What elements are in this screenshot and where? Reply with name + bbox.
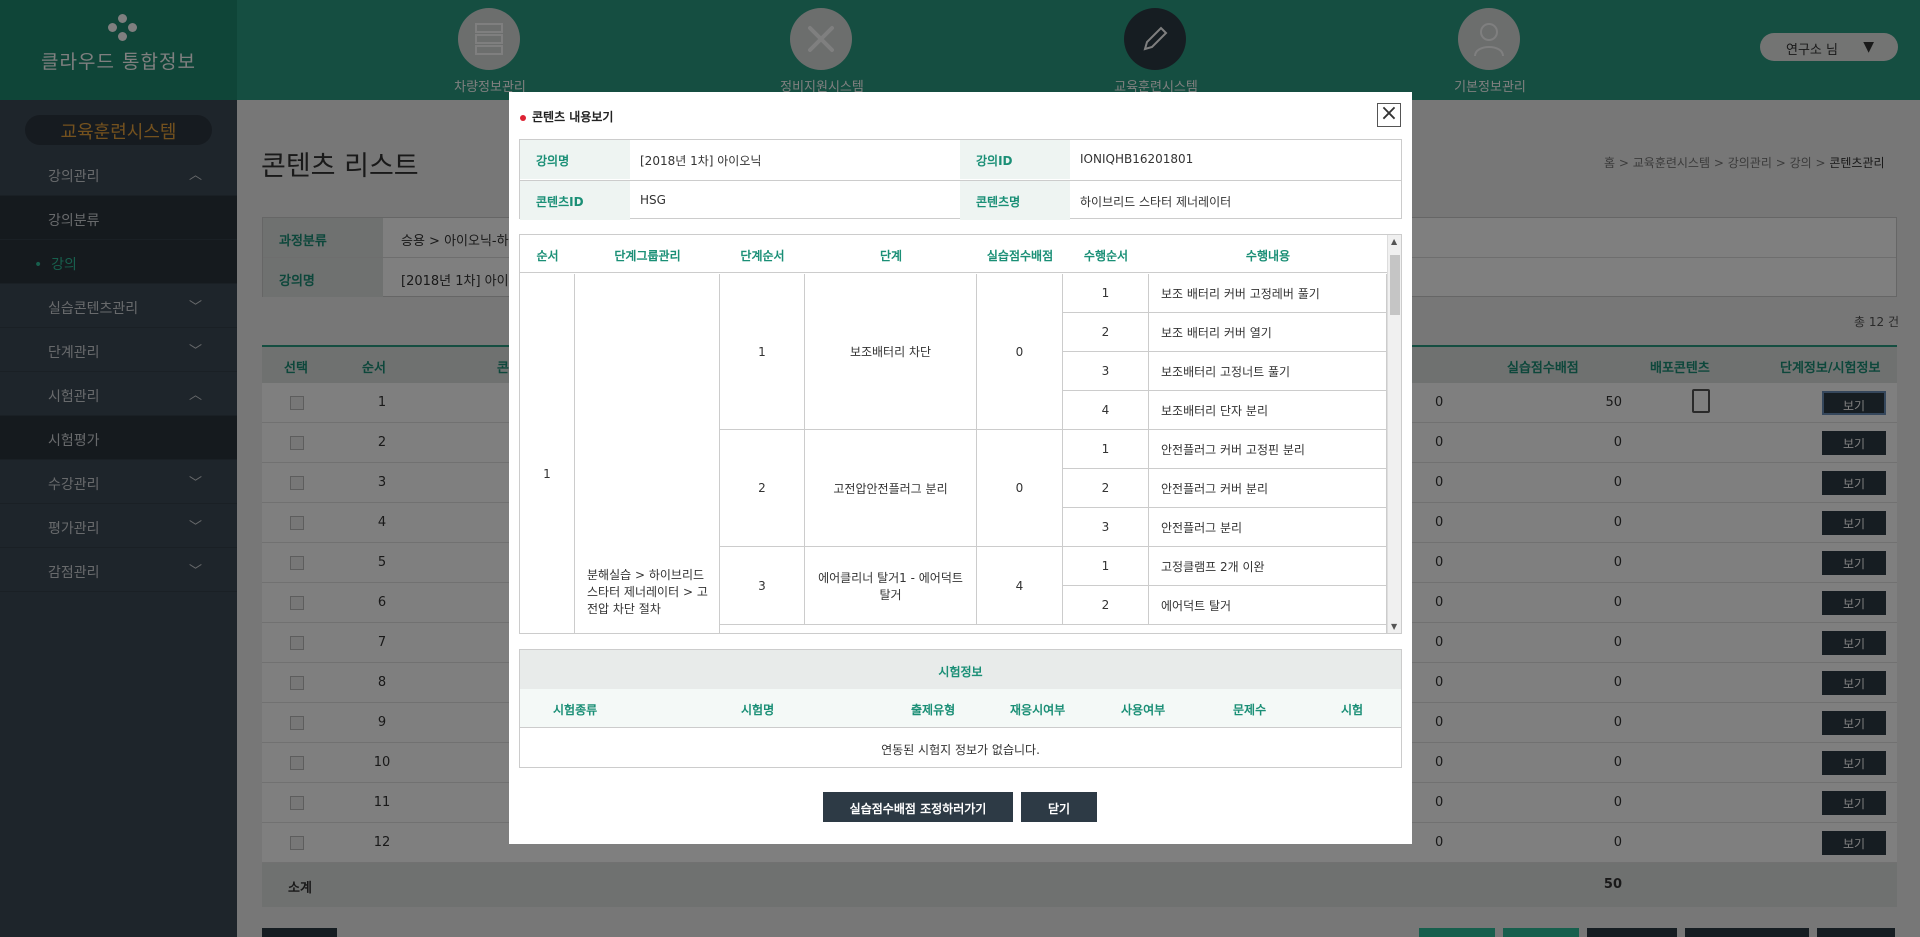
info-label: 콘텐츠ID	[520, 181, 630, 220]
action-text: 안전플러그 커버 분리	[1149, 469, 1387, 508]
exam-table-header: 시험종류 시험명 출제유형 재응시여부 사용여부 문제수 시험	[520, 689, 1401, 728]
step-order: 3	[720, 547, 805, 625]
scrollbar-thumb[interactable]	[1390, 255, 1400, 315]
header-score: 실습점수배점	[986, 249, 1054, 263]
header-exam: 시험	[1341, 703, 1364, 717]
header-question-type: 출제유형	[911, 703, 956, 717]
info-row: 콘텐츠ID HSG 콘텐츠명 하이브리드 스타터 제너레이터	[520, 180, 1401, 220]
step-name: 고전압안전플러그 분리	[805, 430, 977, 547]
header-step: 단계	[879, 249, 903, 263]
action-order: 2	[1063, 469, 1149, 508]
info-label: 강의명	[520, 140, 630, 179]
adjust-score-button[interactable]: 실습점수배점 조정하러가기	[823, 792, 1013, 822]
header-in-use: 사용여부	[1121, 703, 1166, 717]
header-step-group: 단계그룹관리	[614, 249, 681, 263]
action-text: 안전플러그 분리	[1149, 508, 1387, 547]
bullet-icon	[520, 114, 526, 121]
action-text: 보조배터리 고정너트 풀기	[1149, 352, 1387, 391]
info-label: 콘텐츠명	[960, 181, 1070, 220]
step-name: 보조배터리 차단	[805, 274, 977, 430]
exam-empty-message: 연동된 시험지 정보가 없습니다.	[881, 743, 1040, 757]
info-value: [2018년 1차] 아이오닉	[640, 154, 762, 168]
table-row	[720, 625, 1387, 633]
header-exam-type: 시험종류	[553, 703, 598, 717]
exam-info-title: 시험정보	[520, 650, 1401, 689]
step-order: 2	[720, 430, 805, 547]
header-question-count: 문제수	[1233, 703, 1267, 717]
exam-info-table: 시험정보 시험종류 시험명 출제유형 재응시여부 사용여부 문제수 시험 연동된…	[519, 649, 1402, 768]
step-order: 1	[720, 274, 805, 430]
modal-title: 콘텐츠 내용보기	[520, 108, 613, 125]
header-action-order: 수행순서	[1083, 249, 1129, 263]
step-name: 에어클리너 탈거1 - 에어덕트 탈거	[805, 547, 977, 625]
info-value: IONIQHB16201801	[1080, 152, 1194, 166]
header-order: 순서	[536, 249, 559, 263]
header-action: 수행내용	[1245, 249, 1291, 263]
info-label: 강의ID	[960, 140, 1070, 179]
action-text: 보조 배터리 커버 열기	[1149, 313, 1387, 352]
step-score: 0	[977, 430, 1063, 547]
modal-title-text: 콘텐츠 내용보기	[532, 110, 614, 124]
action-order: 1	[1063, 547, 1149, 586]
action-text: 안전플러그 커버 고정핀 분리	[1149, 430, 1387, 469]
action-order: 3	[1063, 352, 1149, 391]
close-icon[interactable]: ×	[1377, 103, 1401, 127]
step-table-header: 순서 단계그룹관리 단계순서 단계 실습점수배점 수행순서 수행내용	[520, 235, 1387, 273]
header-step-order: 단계순서	[740, 249, 785, 263]
header-exam-name: 시험명	[741, 703, 775, 717]
step-table[interactable]: 순서 단계그룹관리 단계순서 단계 실습점수배점 수행순서 수행내용 1 분해실…	[519, 234, 1402, 634]
info-value: 하이브리드 스타터 제너레이터	[1080, 195, 1232, 209]
content-view-modal: 콘텐츠 내용보기 × 강의명 [2018년 1차] 아이오닉 강의ID IONI…	[509, 92, 1412, 844]
action-order: 3	[1063, 508, 1149, 547]
action-order: 4	[1063, 391, 1149, 430]
scrollbar[interactable]: ▲ ▼	[1387, 235, 1401, 633]
scroll-down-icon[interactable]: ▼	[1391, 622, 1397, 631]
header-retake: 재응시여부	[1010, 703, 1066, 717]
action-order: 1	[1063, 430, 1149, 469]
close-button[interactable]: 닫기	[1021, 792, 1097, 822]
action-text: 보조 배터리 커버 고정레버 풀기	[1149, 274, 1387, 313]
action-text: 고정클램프 2개 이완	[1149, 547, 1387, 586]
scroll-up-icon[interactable]: ▲	[1391, 237, 1397, 246]
info-value: HSG	[640, 193, 666, 207]
action-text: 에어덕트 탈거	[1149, 586, 1387, 625]
step-group-name: 분해실습 > 하이브리드 스타터 제너레이터 > 고전압 차단 절차	[575, 274, 720, 633]
step-score: 4	[977, 547, 1063, 625]
action-order: 2	[1063, 313, 1149, 352]
action-order: 1	[1063, 274, 1149, 313]
group-order: 1	[520, 274, 575, 633]
action-order: 2	[1063, 586, 1149, 625]
action-text: 보조배터리 단자 분리	[1149, 391, 1387, 430]
step-score: 0	[977, 274, 1063, 430]
content-info-table: 강의명 [2018년 1차] 아이오닉 강의ID IONIQHB16201801…	[519, 139, 1402, 220]
info-row: 강의명 [2018년 1차] 아이오닉 강의ID IONIQHB16201801	[520, 140, 1401, 179]
